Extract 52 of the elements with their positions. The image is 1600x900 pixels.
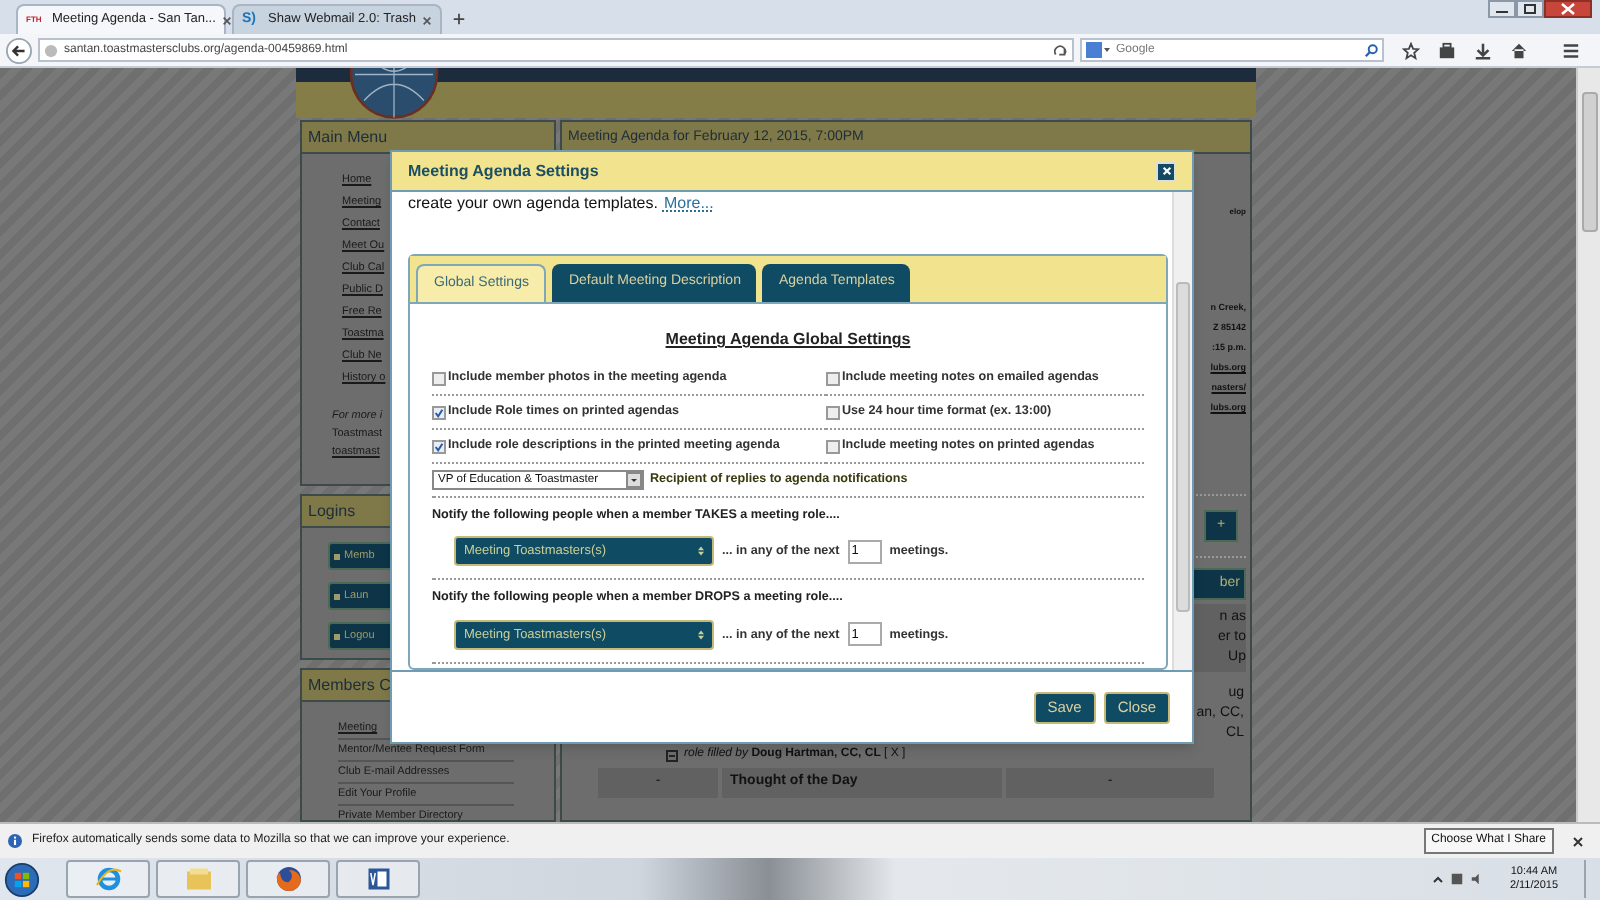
back-button[interactable] [6, 37, 32, 63]
checkbox[interactable] [432, 405, 446, 419]
close-icon[interactable] [422, 15, 432, 25]
button-icon [334, 593, 340, 599]
button-icon [334, 633, 340, 639]
taskbar-app-button[interactable] [66, 860, 150, 898]
menu-icon[interactable] [1562, 41, 1580, 59]
button-icon [334, 553, 340, 559]
reload-icon[interactable] [1054, 43, 1068, 57]
checkbox[interactable] [432, 371, 446, 385]
more-link[interactable]: More... [663, 192, 714, 216]
search-icon[interactable] [1364, 43, 1378, 57]
volume-icon[interactable] [1469, 872, 1484, 886]
check-icon [434, 407, 444, 417]
close-icon[interactable] [1572, 835, 1584, 847]
section-heading: Meeting Agenda Global Settings [665, 328, 911, 352]
checkbox[interactable] [826, 405, 840, 419]
sort-arrows-icon [698, 546, 704, 557]
close-icon [1161, 166, 1171, 176]
dialog-title: Meeting Agenda Settings [408, 159, 599, 183]
checkbox[interactable] [826, 371, 840, 385]
globe-icon [44, 43, 58, 57]
checkbox[interactable] [432, 439, 446, 453]
intro-text: create your own agenda templates. [408, 192, 658, 216]
checkbox[interactable] [826, 439, 840, 453]
firefox-icon [273, 864, 303, 894]
scrollbar-thumb[interactable] [1582, 92, 1598, 232]
new-tab-icon[interactable] [452, 12, 466, 26]
maximize-icon[interactable] [1516, 0, 1544, 18]
download-icon[interactable] [1474, 41, 1492, 59]
taskbar-app-button[interactable] [246, 860, 330, 898]
scrollbar-thumb[interactable] [1176, 282, 1190, 612]
search-engine-icon[interactable] [1086, 42, 1110, 58]
scrollbar[interactable] [1172, 192, 1192, 670]
document-icon [363, 864, 393, 894]
minimize-icon[interactable] [1488, 0, 1516, 18]
check-icon [434, 441, 444, 451]
start-button[interactable] [4, 861, 40, 897]
home-icon[interactable] [1510, 41, 1528, 59]
close-icon[interactable] [221, 15, 232, 25]
globe-logo-drawing [348, 68, 440, 120]
folder-icon [183, 864, 213, 894]
taskbar-app-button[interactable] [336, 860, 420, 898]
internet-explorer-icon [93, 864, 123, 894]
close-button[interactable] [1156, 161, 1176, 181]
info-icon [8, 834, 22, 848]
bookmark-star-icon[interactable] [1402, 41, 1420, 59]
scrollbar[interactable] [1576, 68, 1600, 822]
collapse-icon[interactable] [666, 749, 678, 761]
close-icon[interactable] [1544, 0, 1592, 18]
panel-header: Main Menu [300, 120, 556, 154]
sort-arrows-icon [698, 629, 704, 640]
